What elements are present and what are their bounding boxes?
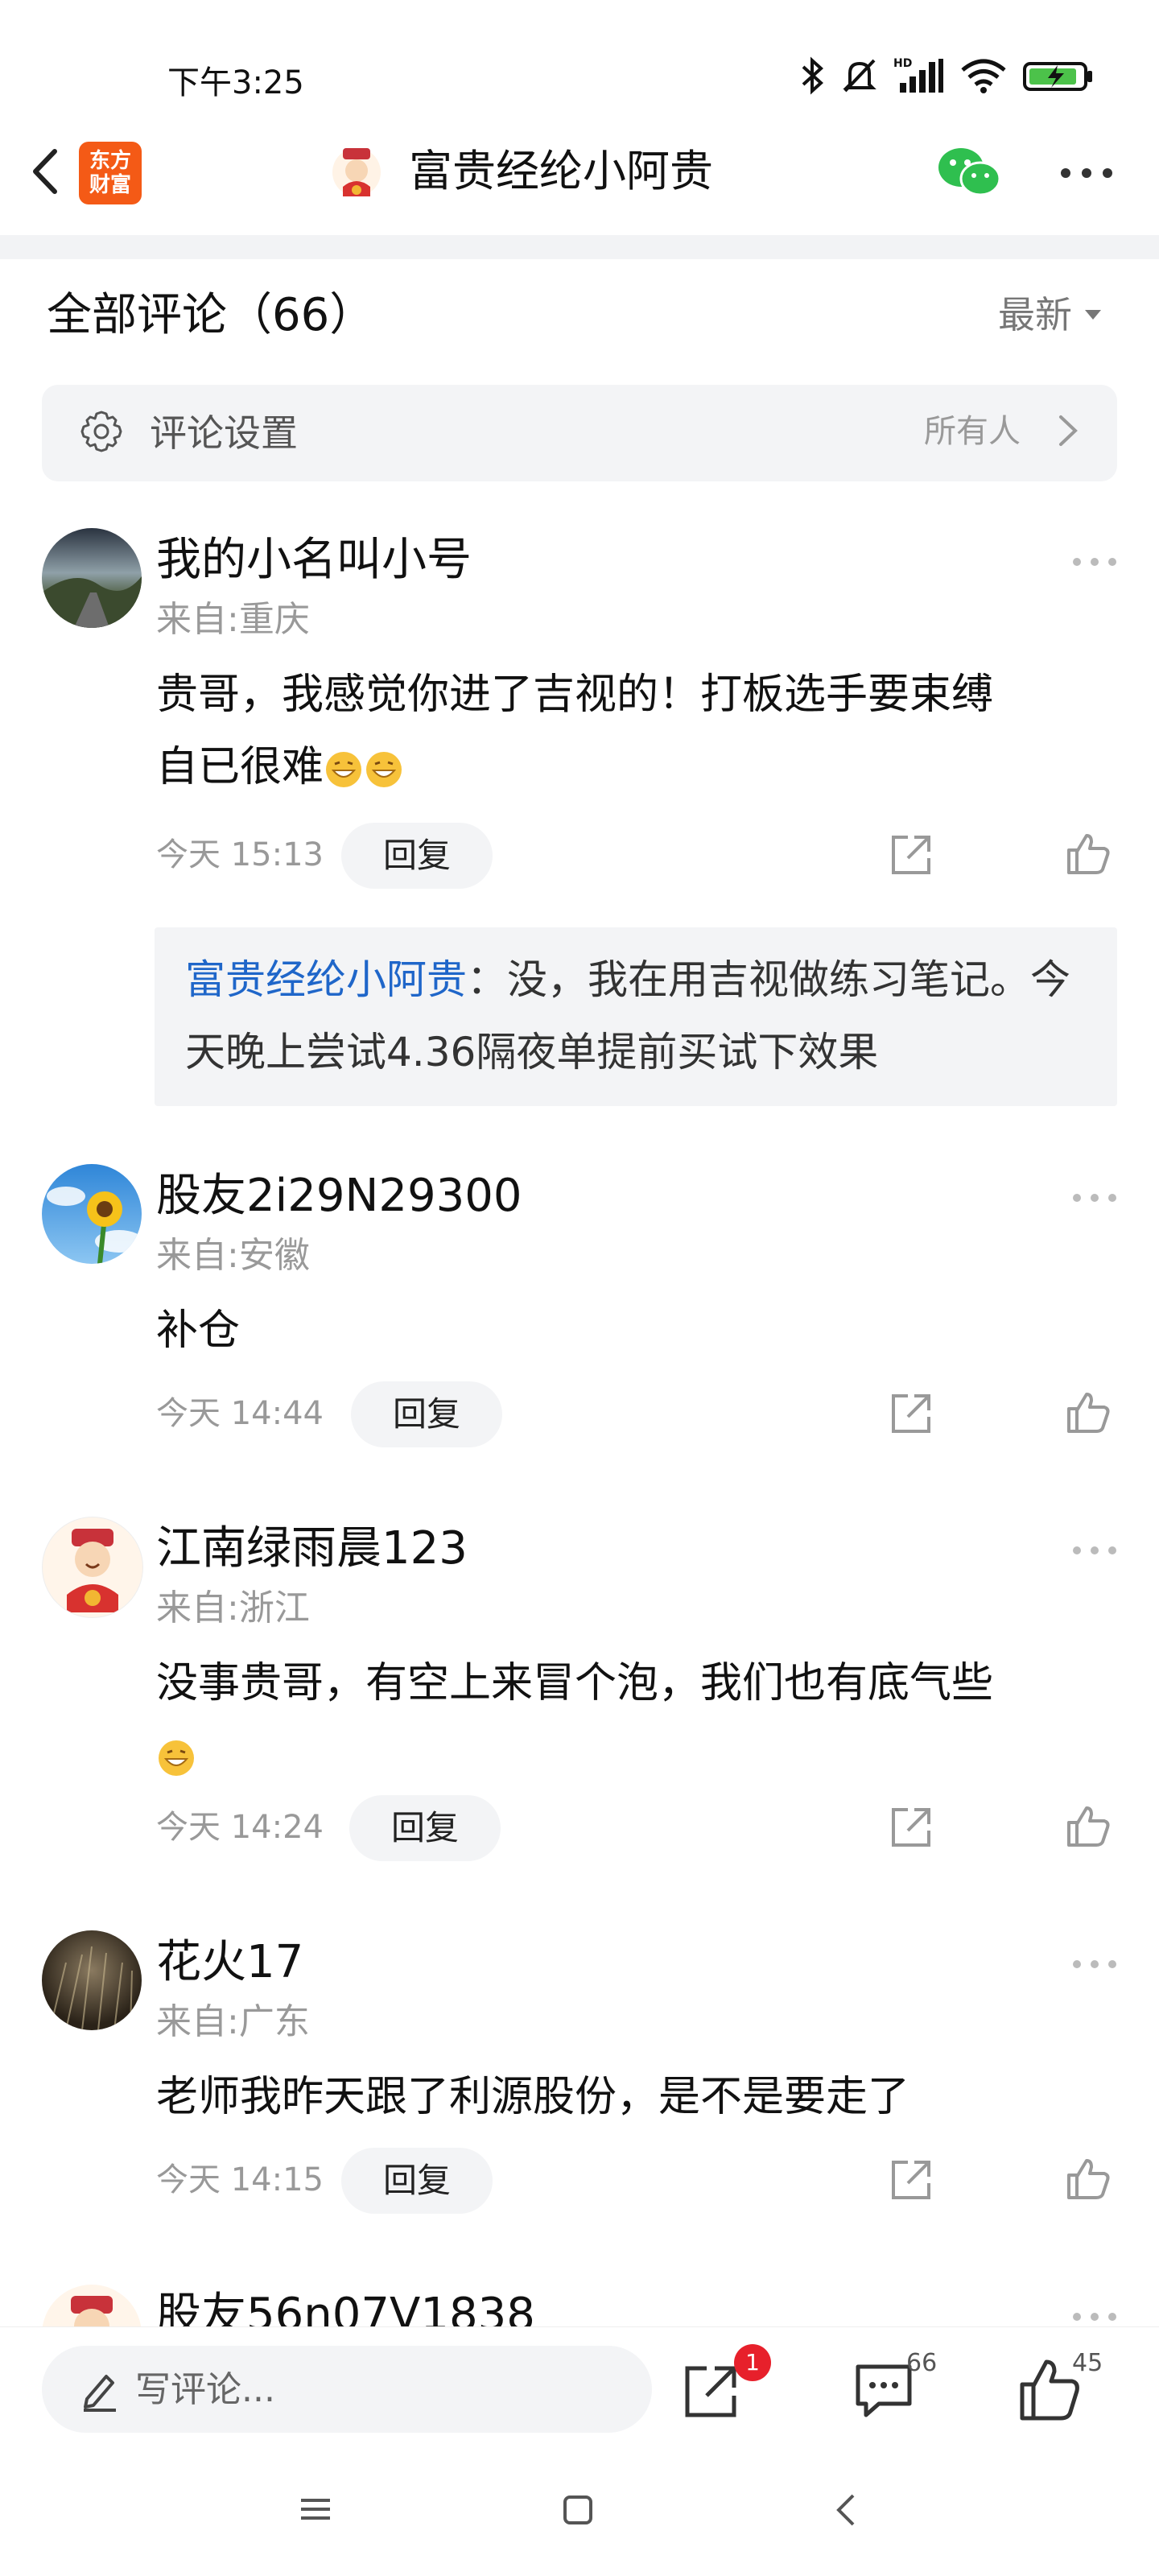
avatar[interactable]: [42, 528, 142, 628]
comment-time: 今天 14:24: [156, 1809, 324, 1846]
page-title: 富贵经纶小阿贵: [409, 146, 713, 196]
comment-username[interactable]: 江南绿雨晨123: [156, 1518, 468, 1579]
settings-label: 评论设置: [150, 411, 298, 455]
comment-more-icon[interactable]: [1070, 2309, 1119, 2325]
svg-text:HD: HD: [893, 57, 912, 70]
back-arrow-icon[interactable]: [19, 143, 76, 200]
reply-button[interactable]: 回复: [349, 1795, 501, 1861]
comment-text-line: 贵哥，我感觉你进了吉视的！打板选手要束缚: [156, 671, 994, 719]
share-icon[interactable]: [887, 831, 935, 879]
status-icons: HD: [800, 53, 1095, 98]
comment-username[interactable]: 股友2i29N29300: [156, 1166, 522, 1227]
like-count: 45: [1072, 2349, 1103, 2377]
comment-location: 来自:重庆: [156, 599, 310, 640]
comment-text-line: 没事贵哥，有空上来冒个泡，我们也有底气些: [156, 1659, 994, 1707]
dropdown-triangle-icon: [1085, 310, 1101, 320]
more-options-icon[interactable]: [1054, 157, 1119, 189]
app-logo[interactable]: 东方 财富: [79, 142, 142, 204]
status-time: 下午3:25: [167, 64, 304, 101]
avatar[interactable]: [42, 1517, 143, 1618]
comment-time: 今天 14:44: [156, 1395, 324, 1432]
like-icon[interactable]: [1064, 829, 1112, 877]
grass-avatar-icon: [49, 1946, 133, 2030]
settings-value: 所有人: [924, 413, 1021, 450]
comment-more-icon[interactable]: [1070, 1542, 1119, 1558]
pencil-icon: [84, 2375, 116, 2412]
chevron-right-icon: [1059, 415, 1078, 446]
comment-text: 贵哥，我感觉你进了吉视的！打板选手要束缚 自已很难: [156, 658, 1114, 803]
gear-icon: [80, 411, 122, 452]
battery-charging-icon: [1023, 62, 1092, 91]
landscape-avatar-icon: [42, 576, 142, 628]
author-avatar-icon[interactable]: [328, 143, 385, 200]
comments-title: 全部评论（66）: [47, 289, 375, 341]
logo-line2: 财富: [89, 173, 131, 197]
avatar[interactable]: [42, 1164, 142, 1264]
sort-dropdown[interactable]: 最新: [998, 287, 1103, 343]
system-back-icon[interactable]: [835, 2492, 856, 2528]
like-icon[interactable]: [1064, 1802, 1112, 1850]
share-icon[interactable]: [887, 1389, 935, 1438]
comment-input[interactable]: [42, 2346, 652, 2433]
recent-apps-icon[interactable]: [298, 2496, 333, 2523]
share-badge: 1: [734, 2344, 771, 2381]
avatar[interactable]: [42, 1930, 142, 2030]
grin-emoji-icon: [159, 1740, 194, 1776]
section-divider: [0, 235, 1159, 259]
comment-more-icon[interactable]: [1070, 1956, 1119, 1972]
like-icon[interactable]: [1064, 1388, 1112, 1436]
comment-location: 来自:浙江: [156, 1587, 310, 1629]
comment-text: 老师我昨天跟了利源股份，是不是要走了: [156, 2073, 910, 2121]
comment-text: 没事贵哥，有空上来冒个泡，我们也有底气些: [156, 1647, 1114, 1792]
comment-count: 66: [906, 2349, 938, 2377]
logo-line1: 东方: [89, 149, 131, 173]
comment-text: 补仓: [156, 1307, 241, 1355]
share-icon[interactable]: [681, 2360, 742, 2421]
comment-username[interactable]: 花火17: [156, 1932, 303, 1993]
fortune-god-avatar-icon: [67, 1529, 118, 1612]
sort-label: 最新: [998, 293, 1072, 336]
home-icon[interactable]: [562, 2494, 594, 2526]
wechat-share-icon[interactable]: [935, 145, 1003, 198]
comment-location: 来自:广东: [156, 2001, 310, 2042]
like-icon[interactable]: [1064, 2154, 1112, 2202]
reply-button[interactable]: 回复: [341, 823, 493, 889]
bluetooth-icon: [802, 56, 823, 95]
grin-emoji-icon: [326, 752, 362, 787]
comment-location: 来自:安徽: [156, 1235, 310, 1276]
sunflower-avatar-icon: [47, 1187, 142, 1264]
sub-reply-text: 富贵经纶小阿贵：没，我在用吉视做练习笔记。今天晚上尝试4.36隔夜单提前买试下效…: [185, 943, 1095, 1088]
sub-reply-author[interactable]: 富贵经纶小阿贵: [185, 956, 467, 1003]
reply-button[interactable]: 回复: [341, 2148, 493, 2214]
wifi-icon: [961, 59, 1006, 93]
hd-signal-icon: HD: [893, 57, 943, 93]
share-icon[interactable]: [887, 2156, 935, 2204]
comment-time: 今天 14:15: [156, 2161, 324, 2198]
grin-emoji-icon: [366, 752, 402, 787]
reply-button[interactable]: 回复: [351, 1381, 502, 1447]
comment-username[interactable]: 我的小名叫小号: [156, 530, 472, 591]
mute-icon: [843, 59, 876, 93]
comment-text-line: 自已很难: [156, 743, 324, 791]
comment-more-icon[interactable]: [1070, 1190, 1119, 1206]
comment-text-line-2: 自已很难: [156, 731, 1114, 803]
comment-icon[interactable]: [853, 2362, 914, 2420]
share-icon[interactable]: [887, 1803, 935, 1852]
comment-more-icon[interactable]: [1070, 554, 1119, 570]
comment-input-placeholder: 写评论...: [135, 2369, 275, 2410]
comment-time: 今天 15:13: [156, 836, 324, 873]
comment-text-line-2: [156, 1719, 1114, 1792]
